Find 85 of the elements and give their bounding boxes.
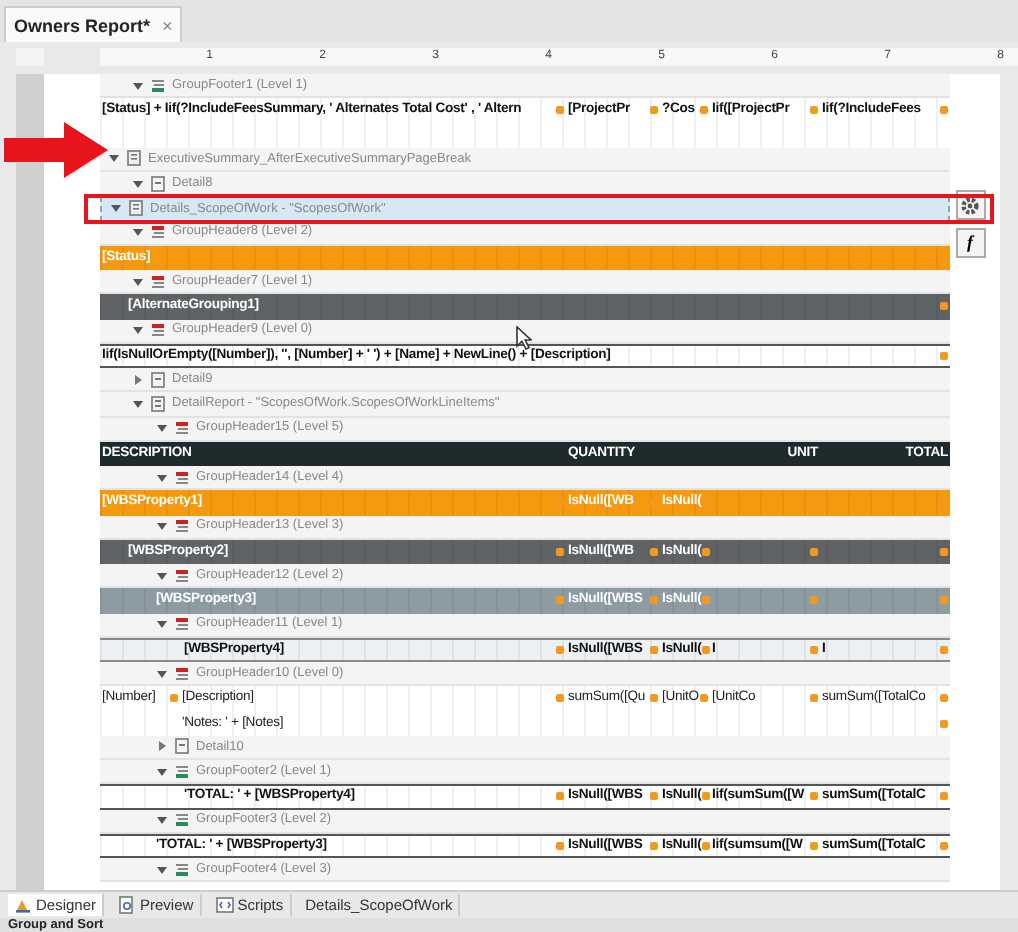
smart-tag-icon[interactable]: [940, 645, 948, 654]
smart-tag-icon[interactable]: [810, 547, 818, 556]
report-band-icon: [126, 150, 142, 167]
smart-tag-icon[interactable]: [556, 547, 564, 556]
group-header-icon: [174, 420, 190, 437]
detail-band-icon: [174, 738, 190, 755]
collapse-arrow-icon[interactable]: [156, 667, 168, 680]
smart-tag-icon[interactable]: [650, 645, 658, 654]
collapse-arrow-icon[interactable]: [156, 814, 168, 827]
smart-tag-icon[interactable]: [701, 547, 710, 556]
group-header-icon: [174, 469, 190, 486]
code-icon: [215, 896, 234, 914]
smart-tag-icon[interactable]: [940, 302, 948, 311]
group-footer-icon: [174, 812, 190, 829]
detail-band-icon: [150, 175, 166, 192]
smart-tag-icon[interactable]: [940, 596, 948, 605]
group-footer-icon: [150, 77, 166, 94]
collapse-arrow-icon[interactable]: [156, 765, 168, 778]
smart-tag-icon[interactable]: [940, 841, 948, 850]
smart-tag-icon[interactable]: [940, 792, 948, 801]
smart-tag-icon[interactable]: [650, 547, 658, 556]
detail-report-icon: [150, 395, 166, 412]
pointer-arrow: [4, 122, 108, 178]
report-band-icon: [128, 200, 144, 217]
smart-tag-icon[interactable]: [556, 694, 564, 703]
collapse-arrow-icon[interactable]: [156, 618, 168, 631]
smart-tag-icon[interactable]: [940, 719, 948, 728]
smart-tag-icon[interactable]: [650, 106, 658, 115]
formula-button[interactable]: f: [955, 228, 985, 258]
document-tab[interactable]: Owners Report* ×: [4, 6, 183, 42]
smart-tag-icon[interactable]: [701, 596, 710, 605]
smart-tag-icon[interactable]: [650, 694, 658, 703]
smart-tag-icon[interactable]: [940, 694, 948, 703]
smart-tag-icon[interactable]: [810, 106, 818, 115]
smart-tag-icon[interactable]: [556, 596, 564, 605]
smart-tag-icon[interactable]: [170, 694, 178, 703]
designer-icon: [14, 896, 32, 914]
smart-tag-icon[interactable]: [810, 596, 818, 605]
collapse-arrow-icon[interactable]: [156, 422, 168, 435]
smart-tag-icon[interactable]: [701, 645, 710, 654]
group-footer-icon: [174, 861, 190, 878]
smart-tag-icon[interactable]: [810, 694, 818, 703]
smart-tag-icon[interactable]: [556, 645, 564, 654]
expand-arrow-icon[interactable]: [132, 373, 144, 386]
close-button[interactable]: ×: [162, 14, 173, 36]
smart-tag-icon[interactable]: [940, 351, 948, 360]
smart-tag-icon[interactable]: [650, 841, 658, 850]
group-header-icon: [174, 567, 190, 584]
collapse-arrow-icon[interactable]: [110, 202, 122, 215]
collapse-arrow-icon[interactable]: [156, 520, 168, 533]
expand-arrow-icon[interactable]: [156, 740, 168, 753]
collapse-arrow-icon[interactable]: [132, 397, 144, 410]
group-header-icon: [174, 518, 190, 535]
group-header-icon: [150, 322, 166, 339]
smart-tag-icon[interactable]: [556, 841, 564, 850]
smart-tag-icon[interactable]: [650, 596, 658, 605]
collapse-arrow-icon[interactable]: [132, 226, 144, 239]
collapse-arrow-icon[interactable]: [132, 79, 144, 92]
smart-tag-icon[interactable]: [810, 792, 818, 801]
collapse-arrow-icon[interactable]: [108, 152, 120, 165]
smart-tag-icon[interactable]: [700, 694, 708, 703]
smart-tag-icon[interactable]: [700, 106, 708, 115]
collapse-arrow-icon[interactable]: [156, 471, 168, 484]
collapse-arrow-icon[interactable]: [132, 275, 144, 288]
smart-tag-icon[interactable]: [810, 841, 818, 850]
tab-title: Owners Report*: [14, 14, 151, 36]
smart-tag-icon[interactable]: [940, 547, 948, 556]
smart-tag-icon[interactable]: [556, 106, 564, 115]
preview-icon: [118, 896, 137, 914]
group-header-icon: [174, 616, 190, 633]
smart-tag-icon[interactable]: [650, 792, 658, 801]
smart-tag-icon[interactable]: [556, 792, 564, 801]
group-header-icon: [150, 273, 166, 290]
group-header-icon: [150, 224, 166, 241]
detail-band-icon: [150, 371, 166, 388]
collapse-arrow-icon[interactable]: [156, 863, 168, 876]
smart-tag-icon[interactable]: [940, 106, 948, 115]
smart-tag-icon[interactable]: [701, 841, 710, 850]
collapse-arrow-icon[interactable]: [156, 569, 168, 582]
group-footer-icon: [174, 763, 190, 780]
collapse-arrow-icon[interactable]: [132, 324, 144, 337]
smart-tag-icon[interactable]: [701, 792, 710, 801]
collapse-arrow-icon[interactable]: [132, 177, 144, 190]
smart-tag-icon[interactable]: [810, 645, 818, 654]
group-header-icon: [174, 665, 190, 682]
